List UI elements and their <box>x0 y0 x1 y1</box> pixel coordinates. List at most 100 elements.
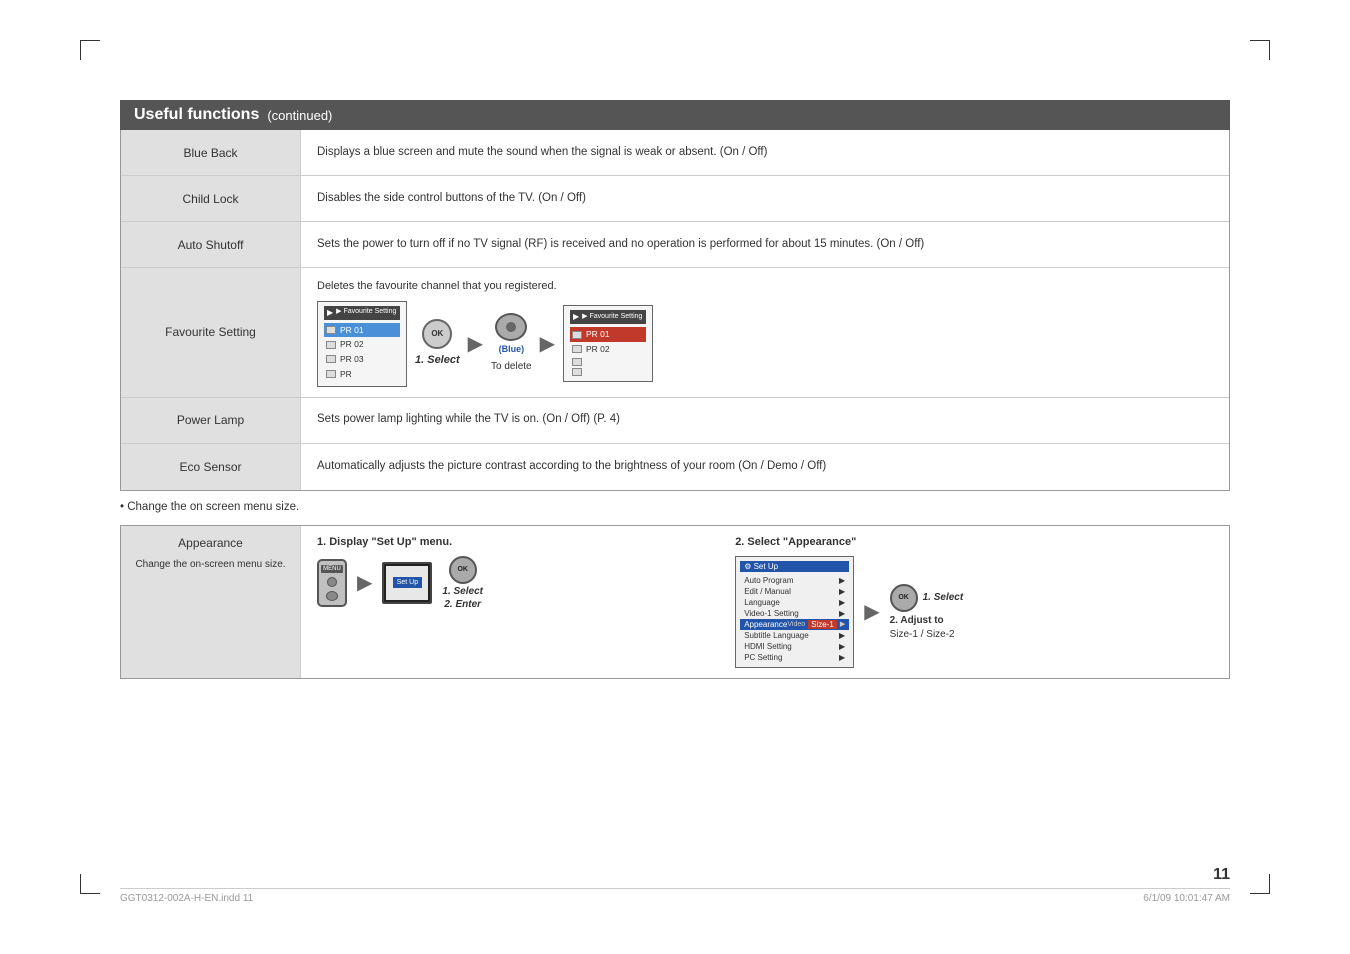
arrow-icon-appear-1: ▶ <box>357 573 372 593</box>
appearance-steps-row: 1. Display "Set Up" menu. MENU <box>317 536 1213 668</box>
menu-item-7: PC Setting▶ <box>740 652 849 663</box>
feature-label-favourite-setting: Favourite Setting <box>121 268 301 397</box>
fav-ok-step: OK 1. Select <box>415 319 460 369</box>
appearance-step2-block: 2. Select "Appearance" ⚙ Set Up Au <box>735 536 1213 668</box>
menu-item-6: HDMI Setting▶ <box>740 641 849 652</box>
feature-row-blue-back: Blue Back Displays a blue screen and mut… <box>121 130 1229 176</box>
fav-screen-1: ▶ ▶ Favourite Setting PR 01 PR 02 <box>317 301 407 387</box>
feature-row-eco-sensor: Eco Sensor Automatically adjusts the pic… <box>121 444 1229 490</box>
corner-mark-tl <box>80 40 100 60</box>
footer-right: 6/1/09 10:01:47 AM <box>1143 893 1230 904</box>
fav-channel-row-3: PR 03 <box>324 352 400 367</box>
feature-row-child-lock: Child Lock Disables the side control but… <box>121 176 1229 222</box>
menu-item-3: Video-1 Setting▶ <box>740 608 849 619</box>
tv-set-block: Set Up <box>382 562 432 604</box>
feature-label-eco-sensor: Eco Sensor <box>121 444 301 490</box>
feature-row-favourite-setting: Favourite Setting Deletes the favourite … <box>121 268 1229 398</box>
appearance-inner: Appearance Change the on-screen menu siz… <box>121 526 1229 678</box>
tv-screen-content: Set Up <box>393 577 422 589</box>
appearance-step2-title: 2. Select "Appearance" <box>735 536 1213 548</box>
menu-item-2: Language▶ <box>740 597 849 608</box>
ok-select-circle-appear2: OK <box>890 584 918 612</box>
channel-icon-2b <box>572 345 582 353</box>
appearance-desc-col: 1. Display "Set Up" menu. MENU <box>301 526 1229 678</box>
channel-icon-3b <box>572 358 582 366</box>
feature-row-power-lamp: Power Lamp Sets power lamp lighting whil… <box>121 398 1229 444</box>
appearance-sub-label: Change the on-screen menu size. <box>135 558 285 572</box>
d-pad <box>323 575 341 589</box>
footer-left: GGT0312-002A-H-EN.indd 11 <box>120 893 253 904</box>
remote-center-dot <box>506 322 516 332</box>
fav-channel-row-2: PR 02 <box>324 337 400 352</box>
feature-desc-blue-back: Displays a blue screen and mute the soun… <box>301 130 1229 175</box>
menu-item-1: Edit / Manual▶ <box>740 586 849 597</box>
appearance-step2-diagram: ⚙ Set Up Auto Program▶ Edit / Manual▶ <box>735 556 1213 668</box>
feature-row-auto-shutoff: Auto Shutoff Sets the power to turn off … <box>121 222 1229 268</box>
features-table: Blue Back Displays a blue screen and mut… <box>120 130 1230 491</box>
fav-channel-row-1: PR 01 <box>324 323 400 338</box>
menu-item-4-appearance: Appearance Video Size-1 ▶ <box>740 619 849 630</box>
corner-mark-br <box>1250 874 1270 894</box>
appearance-label-col: Appearance Change the on-screen menu siz… <box>121 526 301 678</box>
feature-label-power-lamp: Power Lamp <box>121 398 301 443</box>
fav-screen-2: ▶ ▶ Favourite Setting PR 01 PR 02 <box>563 305 653 382</box>
tv-icon: Set Up <box>382 562 432 604</box>
appear-size-options: Size-1 / Size-2 <box>890 629 955 640</box>
section-title-bold: Useful functions <box>134 106 259 124</box>
feature-desc-auto-shutoff: Sets the power to turn off if no TV sign… <box>301 222 1229 267</box>
arrow-icon-1: ▶ <box>468 334 483 354</box>
ok-select-circle-appear: OK <box>449 556 477 584</box>
appear-step1-select2: 1. Select <box>923 592 964 603</box>
channel-icon-3 <box>326 355 336 363</box>
menu-screen-title: ⚙ Set Up <box>740 561 849 572</box>
fav-channel-row-1b: PR 01 <box>570 327 646 342</box>
feature-desc-child-lock: Disables the side control buttons of the… <box>301 176 1229 221</box>
appearance-step1-title: 1. Display "Set Up" menu. <box>317 536 715 548</box>
feature-label-blue-back: Blue Back <box>121 130 301 175</box>
arrow-icon-appear-2: ▶ <box>864 602 879 622</box>
appearance-label: Appearance <box>133 536 288 550</box>
tv-screen: Set Up <box>386 566 428 600</box>
corner-mark-bl <box>80 874 100 894</box>
remote-illustration: (Blue) To delete <box>491 313 532 374</box>
fav-mini-screen-2: ▶ ▶ Favourite Setting PR 01 PR 02 <box>563 305 653 382</box>
menu-text: MENU <box>321 565 343 573</box>
appear-ok-step-block: OK 1. Select 2. Enter <box>442 556 483 610</box>
feature-desc-eco-sensor: Automatically adjusts the picture contra… <box>301 444 1229 490</box>
fav-channel-row-2b: PR 02 <box>570 342 646 357</box>
appear-adjust-label: 2. Adjust to <box>890 615 944 626</box>
d-pad-center <box>327 577 337 587</box>
feature-desc-power-lamp: Sets power lamp lighting while the TV is… <box>301 398 1229 443</box>
menu-icon: ⚙ <box>744 562 751 571</box>
menu-item-5: Subtitle Language▶ <box>740 630 849 641</box>
fav-channel-row-4b <box>570 367 646 377</box>
fav-channel-row-4: PR <box>324 367 400 382</box>
feature-desc-favourite-setting: Deletes the favourite channel that you r… <box>301 268 1229 397</box>
fav-mini-screen-1: ▶ ▶ Favourite Setting PR 01 PR 02 <box>317 301 407 387</box>
channel-icon-1b <box>572 331 582 339</box>
channel-icon-4b <box>572 368 582 376</box>
header-icon: ▶ <box>327 307 333 319</box>
fav-step1-label: 1. Select <box>415 352 460 369</box>
appear-step2-label: 2. Enter <box>444 599 481 610</box>
corner-mark-tr <box>1250 40 1270 60</box>
remote-circle <box>495 313 527 341</box>
fav-description: Deletes the favourite channel that you r… <box>317 278 557 295</box>
appearance-section: Appearance Change the on-screen menu siz… <box>120 525 1230 679</box>
remote-menu-block: MENU <box>317 559 347 607</box>
appear-final-steps: OK 1. Select 2. Adjust to Size-1 / Size-… <box>890 584 964 640</box>
footer: GGT0312-002A-H-EN.indd 11 6/1/09 10:01:4… <box>120 888 1230 904</box>
channel-icon-2 <box>326 341 336 349</box>
fav-channel-row-3b <box>570 357 646 367</box>
ok-button-fav: OK <box>422 319 452 349</box>
appearance-step1-diagram: MENU ▶ <box>317 556 715 610</box>
arrow-icon-2: ▶ <box>540 334 555 354</box>
appearance-step1-block: 1. Display "Set Up" menu. MENU <box>317 536 715 610</box>
menu-item-0: Auto Program▶ <box>740 575 849 586</box>
section-header: Useful functions (continued) <box>120 100 1230 130</box>
appear-step1-label: 1. Select <box>442 586 483 597</box>
to-delete-label: To delete <box>491 359 532 374</box>
remote-menu-icon: MENU <box>317 559 347 607</box>
fav-mini-screen-header-2: ▶ ▶ Favourite Setting <box>570 310 646 324</box>
blue-label: (Blue) <box>499 343 525 357</box>
